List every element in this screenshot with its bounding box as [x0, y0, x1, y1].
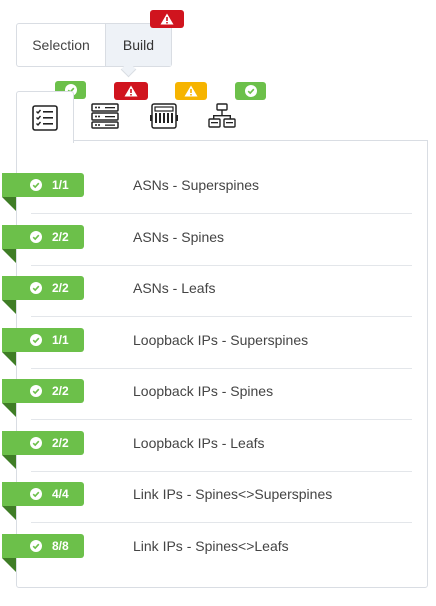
- server-stack-icon: [91, 103, 119, 129]
- list-item[interactable]: 2/2 ASNs - Spines: [0, 224, 436, 277]
- list-item[interactable]: 2/2 Loopback IPs - Spines: [0, 379, 436, 431]
- status-flag: 8/8: [2, 533, 84, 558]
- warning-icon: [124, 85, 138, 97]
- row-divider: [31, 419, 412, 420]
- build-toggle-button[interactable]: Build: [105, 24, 171, 66]
- status-count: 1/1: [52, 178, 69, 192]
- status-count: 2/2: [52, 229, 69, 244]
- row-label: Loopback IPs - Leafs: [133, 434, 265, 451]
- flag-fold: [2, 403, 16, 417]
- check-circle-icon: [30, 282, 42, 294]
- tab-switch[interactable]: [150, 103, 178, 129]
- status-flag: 2/2: [2, 276, 84, 300]
- switch-chassis-icon: [150, 103, 178, 129]
- tab-servers-status-badge: [114, 82, 148, 100]
- row-divider: [31, 522, 412, 523]
- list-item[interactable]: 1/1 Loopback IPs - Superspines: [0, 327, 436, 380]
- row-divider: [31, 367, 412, 369]
- tab-servers[interactable]: [91, 103, 119, 129]
- list-item[interactable]: 1/1 ASNs - Superspines: [0, 173, 436, 225]
- tab-network-status-badge: [235, 82, 266, 100]
- flag-fold: [2, 506, 16, 520]
- status-flag: 2/2: [2, 430, 84, 455]
- mode-toggle: Selection Build: [16, 23, 172, 67]
- check-circle-icon: [30, 179, 42, 191]
- row-label: Loopback IPs - Superspines: [133, 331, 309, 348]
- flag-fold: [2, 248, 16, 263]
- row-divider: [31, 316, 412, 317]
- list-item[interactable]: 4/4 Link IPs - Spines<>Superspines: [0, 482, 436, 534]
- check-circle-icon: [244, 85, 257, 97]
- list-item[interactable]: 2/2 ASNs - Leafs: [0, 276, 436, 328]
- flag-fold: [2, 300, 16, 314]
- status-count: 8/8: [52, 538, 69, 553]
- tab-checklist[interactable]: [16, 91, 74, 143]
- selection-toggle-button[interactable]: Selection: [17, 24, 105, 66]
- flag-fold: [2, 557, 16, 572]
- status-flag: 2/2: [2, 224, 84, 249]
- status-count: 1/1: [52, 332, 69, 347]
- status-flag: 1/1: [2, 327, 84, 352]
- status-flag: 4/4: [2, 482, 84, 506]
- warning-icon: [184, 85, 198, 97]
- warning-icon: [160, 13, 174, 25]
- list-item[interactable]: 2/2 Loopback IPs - Leafs: [0, 430, 436, 483]
- row-divider: [31, 264, 412, 266]
- flag-fold: [2, 197, 16, 211]
- status-count: 2/2: [52, 281, 69, 295]
- status-flag: 1/1: [2, 173, 84, 197]
- list-item[interactable]: 8/8 Link IPs - Spines<>Leafs: [0, 533, 436, 586]
- status-flag: 2/2: [2, 379, 84, 403]
- network-topology-icon: [208, 103, 236, 128]
- check-circle-icon: [30, 436, 42, 449]
- tab-network[interactable]: [208, 103, 236, 129]
- row-label: Loopback IPs - Spines: [133, 383, 274, 399]
- row-divider: [31, 213, 412, 214]
- row-label: Link IPs - Spines<>Leafs: [133, 537, 289, 554]
- status-count: 4/4: [52, 487, 69, 501]
- row-label: Link IPs - Spines<>Superspines: [133, 486, 333, 502]
- row-label: ASNs - Leafs: [133, 280, 216, 296]
- tab-switch-status-badge: [175, 82, 207, 100]
- check-circle-icon: [30, 488, 42, 500]
- flag-fold: [2, 454, 16, 469]
- check-circle-icon: [30, 333, 42, 346]
- build-error-badge: [150, 10, 184, 28]
- check-circle-icon: [30, 539, 42, 552]
- flag-fold: [2, 351, 16, 366]
- row-label: ASNs - Spines: [133, 228, 225, 245]
- status-count: 2/2: [52, 435, 69, 450]
- status-count: 2/2: [52, 384, 69, 398]
- check-circle-icon: [30, 385, 42, 397]
- check-circle-icon: [30, 230, 42, 243]
- checklist-icon: [32, 105, 58, 131]
- row-divider: [31, 470, 412, 472]
- row-label: ASNs - Superspines: [133, 177, 260, 193]
